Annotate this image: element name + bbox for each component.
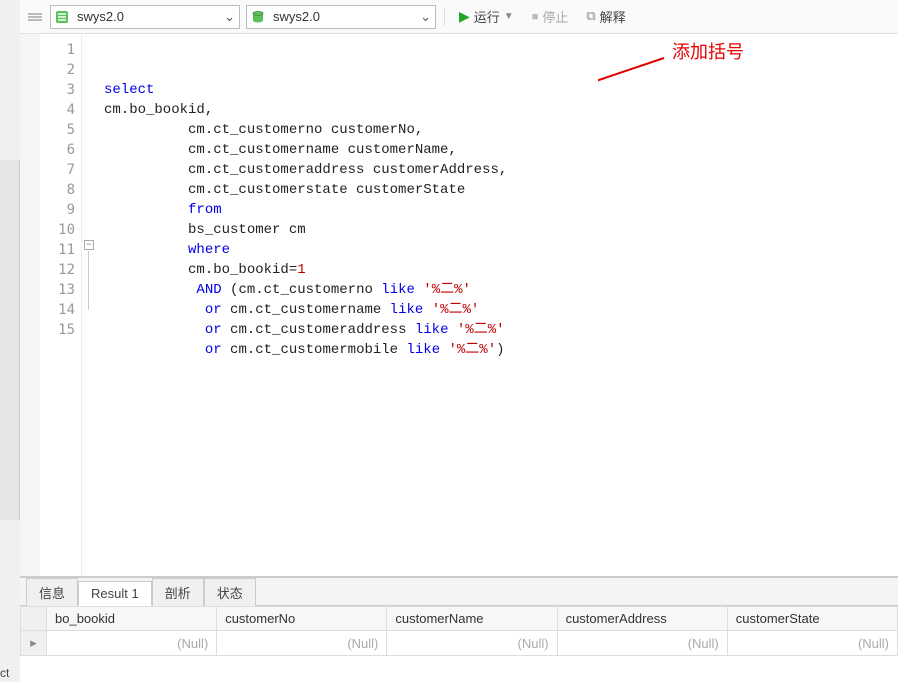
- code-line[interactable]: or cm.ct_customeraddress like '%二%': [104, 320, 898, 340]
- column-header[interactable]: customerName: [387, 607, 557, 631]
- explain-button-label: 解释: [600, 7, 626, 26]
- stop-button-label: 停止: [542, 7, 568, 26]
- code-line[interactable]: or cm.ct_customername like '%二%': [104, 300, 898, 320]
- stop-button[interactable]: ■ 停止: [526, 5, 575, 28]
- code-line[interactable]: where: [104, 240, 898, 260]
- code-line[interactable]: cm.ct_customerno customerNo,: [104, 120, 898, 140]
- line-number: 9: [40, 200, 75, 220]
- line-number: 2: [40, 60, 75, 80]
- fold-gutter: −: [82, 34, 98, 576]
- main-area: swys2.0 ⌄ swys2.0 ⌄ ▶ 运行 ▼ ■ 停止 ⧉ 解释: [20, 0, 898, 682]
- editor-margin: [20, 34, 40, 576]
- table-cell[interactable]: (Null): [727, 631, 897, 656]
- results-table: bo_bookidcustomerNocustomerNamecustomerA…: [20, 606, 898, 656]
- table-row[interactable]: ▸ (Null) (Null) (Null) (Null) (Null): [21, 631, 898, 656]
- table-cell[interactable]: (Null): [47, 631, 217, 656]
- column-header[interactable]: customerState: [727, 607, 897, 631]
- results-grid[interactable]: bo_bookidcustomerNocustomerNamecustomerA…: [20, 606, 898, 682]
- fold-handle[interactable]: −: [84, 240, 94, 250]
- code-line[interactable]: AND (cm.ct_customerno like '%二%': [104, 280, 898, 300]
- column-header[interactable]: customerNo: [217, 607, 387, 631]
- table-cell[interactable]: (Null): [557, 631, 727, 656]
- play-icon: ▶: [459, 8, 470, 25]
- results-tab[interactable]: 信息: [26, 578, 78, 606]
- code-line[interactable]: cm.ct_customeraddress customerAddress,: [104, 160, 898, 180]
- table-cell[interactable]: (Null): [217, 631, 387, 656]
- chevron-down-icon: ▼: [504, 11, 514, 22]
- stop-icon: ■: [532, 11, 539, 23]
- database-icon: [251, 10, 265, 24]
- fold-line: [88, 251, 89, 310]
- connection-select-value: swys2.0: [77, 9, 124, 24]
- line-number: 3: [40, 80, 75, 100]
- cell-value: (Null): [566, 636, 719, 651]
- code-line[interactable]: cm.bo_bookid=1: [104, 260, 898, 280]
- line-number: 7: [40, 160, 75, 180]
- run-button[interactable]: ▶ 运行 ▼: [453, 5, 520, 28]
- connection-select[interactable]: swys2.0 ⌄: [50, 5, 240, 29]
- chevron-down-icon: ⌄: [224, 9, 235, 25]
- row-header-blank: [21, 607, 47, 631]
- line-number-gutter: 123456789101112131415: [40, 34, 82, 576]
- results-tabs: 信息Result 1剖析状态: [20, 578, 898, 606]
- line-number: 8: [40, 180, 75, 200]
- truncated-label: ct: [0, 666, 9, 680]
- results-tab[interactable]: 状态: [204, 578, 256, 606]
- code-line[interactable]: from: [104, 200, 898, 220]
- code-line[interactable]: or cm.ct_customermobile like '%二%'): [104, 340, 898, 360]
- line-number: 13: [40, 280, 75, 300]
- code-area[interactable]: selectcm.bo_bookid, cm.ct_customerno cus…: [98, 34, 898, 576]
- code-line[interactable]: cm.ct_customerstate customerState: [104, 180, 898, 200]
- explain-button[interactable]: ⧉ 解释: [580, 5, 631, 28]
- line-number: 6: [40, 140, 75, 160]
- row-indicator: ▸: [21, 631, 47, 656]
- table-cell[interactable]: (Null): [387, 631, 557, 656]
- toolbar-grip-icon: [28, 13, 42, 21]
- left-stub: [0, 160, 20, 520]
- editor: 123456789101112131415 − selectcm.bo_book…: [20, 34, 898, 576]
- code-line[interactable]: cm.bo_bookid,: [104, 100, 898, 120]
- line-number: 10: [40, 220, 75, 240]
- line-number: 5: [40, 120, 75, 140]
- explain-icon: ⧉: [586, 9, 595, 24]
- results-panel: 信息Result 1剖析状态 bo_bookidcustomerNocustom…: [20, 576, 898, 682]
- code-line[interactable]: bs_customer cm: [104, 220, 898, 240]
- line-number: 1: [40, 40, 75, 60]
- line-number: 12: [40, 260, 75, 280]
- outer-gutter: [0, 0, 20, 682]
- column-header[interactable]: customerAddress: [557, 607, 727, 631]
- cell-value: (Null): [225, 636, 378, 651]
- chevron-down-icon: ⌄: [420, 9, 431, 25]
- line-number: 4: [40, 100, 75, 120]
- toolbar: swys2.0 ⌄ swys2.0 ⌄ ▶ 运行 ▼ ■ 停止 ⧉ 解释: [20, 0, 898, 34]
- line-number: 11: [40, 240, 75, 260]
- toolbar-separator: [444, 8, 445, 26]
- cell-value: (Null): [55, 636, 208, 651]
- line-number: 14: [40, 300, 75, 320]
- line-number: 15: [40, 320, 75, 340]
- cell-value: (Null): [736, 636, 889, 651]
- results-tab[interactable]: 剖析: [152, 578, 204, 606]
- annotation-text: 添加括号: [672, 42, 744, 62]
- column-header[interactable]: bo_bookid: [47, 607, 217, 631]
- run-button-label: 运行: [474, 7, 500, 26]
- database-select[interactable]: swys2.0 ⌄: [246, 5, 436, 29]
- connection-icon: [55, 10, 69, 24]
- cell-value: (Null): [395, 636, 548, 651]
- results-tab[interactable]: Result 1: [78, 581, 152, 606]
- code-line[interactable]: select: [104, 80, 898, 100]
- database-select-value: swys2.0: [273, 9, 320, 24]
- code-line[interactable]: cm.ct_customername customerName,: [104, 140, 898, 160]
